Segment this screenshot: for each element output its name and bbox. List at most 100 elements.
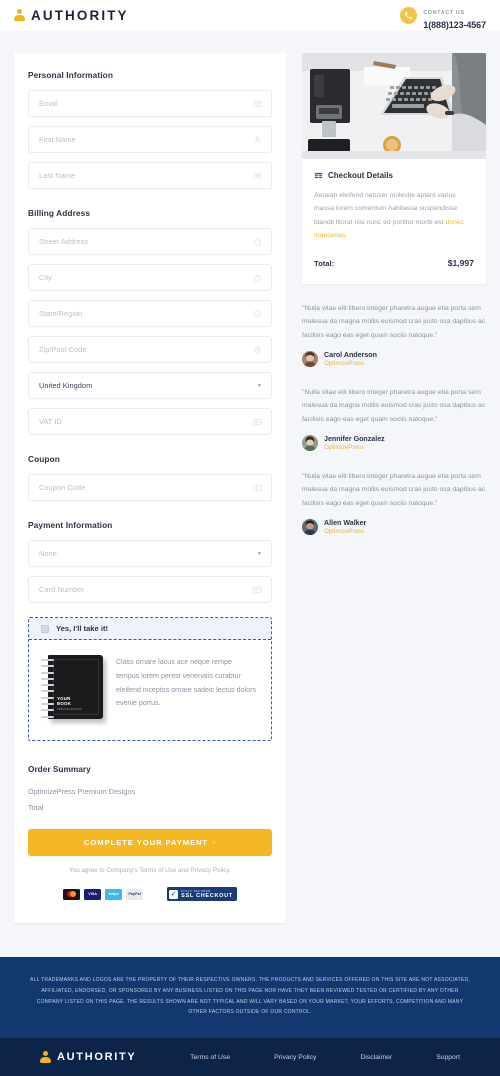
zip-code-placeholder: Zip/Post Code: [39, 345, 87, 354]
card-number-field[interactable]: Card Number: [28, 576, 272, 603]
ssl-line2: SSL CHECKOUT: [181, 893, 233, 899]
person-icon: [14, 9, 25, 22]
coupon-title: Coupon: [28, 454, 60, 464]
testimonial-quote: "Nulla vitae elit libero integer pharetr…: [302, 305, 486, 339]
contact-block[interactable]: CONTACT US 1(888)123-4567: [400, 1, 486, 30]
page-body: Personal Information Email First Name La…: [0, 31, 500, 923]
payment-information-title: Payment Information: [28, 520, 113, 530]
testimonial-author-role: OptimizePress: [324, 528, 365, 536]
mastercard-badge: [63, 888, 81, 900]
order-bump-box: Yes, I'll take it! YOUR BOOK PREMIUM EDI…: [28, 617, 272, 741]
complete-payment-button[interactable]: COMPLETE YOUR PAYMENT ›: [28, 829, 272, 856]
country-select[interactable]: United Kingdom ▾: [28, 372, 272, 399]
order-bump-description: Class ornare lacus ace neque rempe tempu…: [116, 658, 256, 708]
vat-id-placeholder: VAT ID: [39, 417, 62, 426]
payment-method-value: None: [39, 549, 57, 558]
avatar: [302, 435, 318, 452]
order-bump-label: Yes, I'll take it!: [56, 624, 109, 633]
stripe-badge: stripe: [105, 888, 123, 900]
checkout-details-body: Aenean eleifend netuser molestie aptent …: [314, 189, 474, 242]
order-bump-toggle[interactable]: Yes, I'll take it!: [29, 618, 271, 640]
payment-badges: VISA stripe PayPal ✓ FULLY SECURED SSL C…: [28, 887, 272, 901]
city-field[interactable]: City: [28, 264, 272, 291]
coupon-code-field[interactable]: Coupon Code: [28, 474, 272, 501]
state-region-placeholder: State/Region: [39, 309, 83, 318]
ticket-icon: [253, 483, 262, 492]
personal-information-title: Personal Information: [28, 70, 113, 80]
street-address-field[interactable]: Street Address: [28, 228, 272, 255]
order-summary-row: Total: [28, 802, 44, 812]
details-body-text: Aenean eleifend netuser molestie aptent …: [314, 192, 458, 226]
brand-name: AUTHORITY: [31, 8, 129, 23]
chevron-down-icon: ▾: [257, 550, 261, 557]
checkout-form-column: Personal Information Email First Name La…: [14, 53, 286, 923]
checkout-details-card: Checkout Details Aenean eleifend netuser…: [302, 53, 486, 284]
testimonial-author-role: OptimizePress: [324, 444, 365, 451]
phone-icon: [400, 6, 418, 24]
avatar: [302, 351, 318, 368]
state-region-field[interactable]: State/Region: [28, 300, 272, 327]
chevron-right-icon: ›: [213, 839, 216, 846]
ssl-checkout-badge: ✓ FULLY SECURED SSL CHECKOUT: [167, 887, 237, 901]
footer-nav: Terms of Use Privacy Policy Disclaimer S…: [168, 1054, 460, 1061]
footer-link-support[interactable]: Support: [414, 1054, 460, 1061]
complete-payment-label: COMPLETE YOUR PAYMENT: [84, 838, 209, 847]
testimonial-author-role: OptimizePress: [324, 359, 365, 367]
building-icon: [253, 273, 262, 282]
checkout-details-title: Checkout Details: [328, 171, 393, 180]
testimonial-author-name: Jennifer Gonzalez: [324, 434, 385, 443]
check-icon: ✓: [169, 889, 179, 899]
header-logo[interactable]: AUTHORITY: [14, 8, 129, 23]
disclaimer-section: ALL TRADEMARKS AND LOGOS ARE THE PROPERT…: [0, 957, 500, 1038]
street-address-placeholder: Street Address: [39, 237, 89, 246]
checkbox-icon[interactable]: [41, 624, 49, 633]
order-summary-row: OptimizePress Premium Designs: [28, 786, 136, 796]
email-field[interactable]: Email: [28, 90, 272, 117]
footer-link-disclaimer[interactable]: Disclaimer: [338, 1054, 414, 1061]
list-icon: [314, 171, 323, 180]
site-header: AUTHORITY CONTACT US 1(888)123-4567: [0, 0, 500, 31]
page-spacer: [0, 923, 500, 957]
visa-badge: VISA: [84, 888, 102, 900]
first-name-placeholder: First Name: [39, 135, 76, 144]
contact-number[interactable]: 1(888)123-4567: [423, 20, 486, 30]
coupon-code-placeholder: Coupon Code: [39, 483, 86, 492]
testimonial: "Nulla vitae elit libero integer pharetr…: [302, 386, 486, 452]
users-icon: [253, 171, 262, 180]
credit-card-icon: [253, 585, 262, 594]
paypal-badge: PayPal: [126, 888, 144, 900]
vat-id-field[interactable]: VAT ID: [28, 408, 272, 435]
footer-brand-name: AUTHORITY: [57, 1051, 137, 1063]
info-icon: [253, 309, 262, 318]
first-name-field[interactable]: First Name: [28, 126, 272, 153]
user-icon: [253, 135, 262, 144]
testimonial-author-name: Carol Anderson: [324, 350, 377, 359]
contact-label: CONTACT US: [423, 10, 465, 17]
home-icon: [253, 237, 262, 246]
product-book-title: YOUR BOOK: [57, 695, 71, 706]
testimonial: "Nulla vitae elit libero integer pharetr…: [302, 470, 486, 536]
id-card-icon: [253, 417, 262, 426]
last-name-placeholder: Last Name: [39, 171, 76, 180]
desk-photo: [302, 53, 486, 159]
footer-logo[interactable]: AUTHORITY: [40, 1050, 137, 1064]
pin-icon: [253, 345, 262, 354]
card-number-placeholder: Card Number: [39, 585, 84, 594]
payment-method-select[interactable]: None ▾: [28, 540, 272, 567]
footer-link-terms[interactable]: Terms of Use: [168, 1054, 252, 1061]
product-image: YOUR BOOK PREMIUM EDITION: [41, 653, 103, 725]
avatar: [302, 519, 318, 536]
chevron-down-icon: ▾: [257, 382, 261, 389]
product-book-subtitle: PREMIUM EDITION: [57, 708, 82, 711]
total-row: Total: $1,997: [314, 258, 474, 268]
footer-link-privacy[interactable]: Privacy Policy: [252, 1054, 338, 1061]
billing-address-title: Billing Address: [28, 208, 91, 218]
last-name-field[interactable]: Last Name: [28, 162, 272, 189]
country-value: United Kingdom: [39, 381, 93, 390]
mail-icon: [253, 99, 262, 108]
testimonial-quote: "Nulla vitae elit libero integer pharetr…: [302, 473, 486, 507]
city-placeholder: City: [39, 273, 52, 282]
terms-text[interactable]: You agree to Company's Terms of Use and …: [28, 867, 272, 874]
disclaimer-text: ALL TRADEMARKS AND LOGOS ARE THE PROPERT…: [30, 977, 470, 1016]
zip-code-field[interactable]: Zip/Post Code: [28, 336, 272, 363]
